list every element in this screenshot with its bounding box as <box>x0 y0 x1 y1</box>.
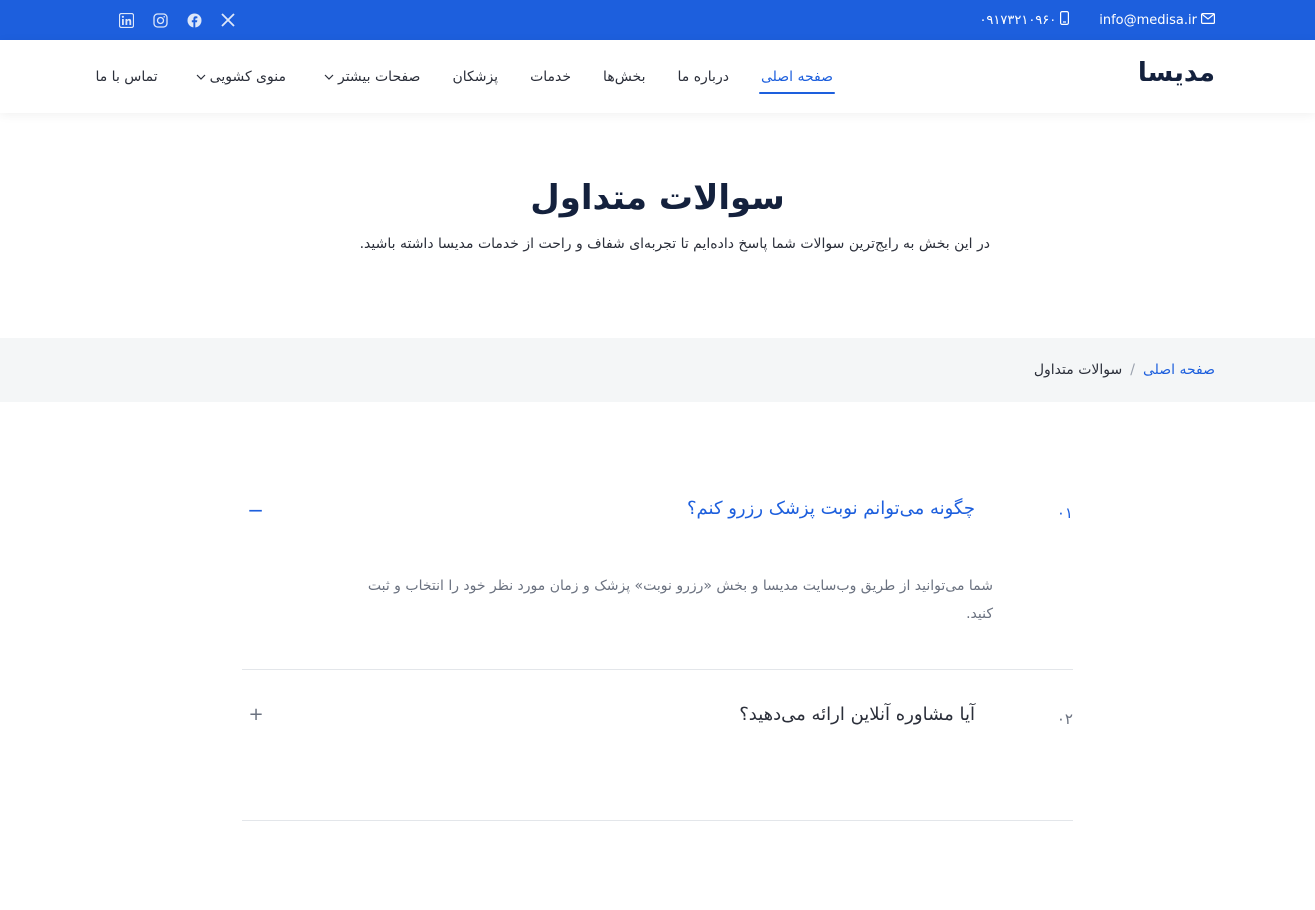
nav-label: درباره ما <box>677 68 729 85</box>
social-links <box>118 0 236 40</box>
faq-question-row[interactable]: ۰۱ چگونه می‌توانم نوبت پزشک رزرو کنم؟ − <box>242 486 1073 546</box>
top-bar: info@medisa.ir ۰۹۱۷۳۲۱۰۹۶۰ <box>0 0 1315 40</box>
nav-item-more-pages[interactable]: صفحات بیشتر <box>324 40 420 113</box>
nav-item-departments[interactable]: بخش‌ها <box>603 40 645 113</box>
chevron-down-icon <box>196 72 206 82</box>
faq-number: ۰۲ <box>1056 710 1073 728</box>
nav-item-contact[interactable]: تماس با ما <box>95 40 157 113</box>
main-header: مدیسا صفحه اصلی درباره ما بخش‌ها خدمات پ… <box>0 40 1315 113</box>
nav-label: منوی کشویی <box>209 68 286 85</box>
breadcrumb-band: صفحه اصلی / سوالات متداول <box>0 338 1315 402</box>
faq-question-row[interactable]: ۰۲ آیا مشاوره آنلاین ارائه می‌دهید؟ + <box>242 692 1073 752</box>
faq-answer: شما می‌توانید از طریق وب‌سایت مدیسا و بخ… <box>367 578 993 622</box>
nav-label: بخش‌ها <box>603 68 646 85</box>
linkedin-icon[interactable] <box>118 12 134 28</box>
nav-label: خدمات <box>530 68 572 85</box>
nav-item-dropdown-menu[interactable]: منوی کشویی <box>196 40 286 113</box>
nav-label: پزشکان <box>452 68 499 85</box>
plus-icon[interactable]: + <box>248 704 264 725</box>
phone-text: ۰۹۱۷۳۲۱۰۹۶۰ <box>979 12 1057 28</box>
nav-item-about[interactable]: درباره ما <box>677 40 728 113</box>
site-logo[interactable]: مدیسا <box>1138 58 1215 88</box>
main-nav: صفحه اصلی درباره ما بخش‌ها خدمات پزشکان … <box>95 40 836 113</box>
nav-item-doctors[interactable]: پزشکان <box>452 40 498 113</box>
breadcrumb-home-link[interactable]: صفحه اصلی <box>1143 362 1215 378</box>
x-icon[interactable] <box>220 12 236 28</box>
nav-item-services[interactable]: خدمات <box>530 40 571 113</box>
faq-item: ۰۲ آیا مشاوره آنلاین ارائه می‌دهید؟ + <box>242 670 1073 821</box>
nav-label: صفحات بیشتر <box>337 68 421 85</box>
nav-label: تماس با ما <box>95 68 158 85</box>
phone-link[interactable]: ۰۹۱۷۳۲۱۰۹۶۰ <box>979 11 1070 29</box>
instagram-icon[interactable] <box>152 12 168 28</box>
faq-number: ۰۱ <box>1056 504 1073 522</box>
faq-question: چگونه می‌توانم نوبت پزشک رزرو کنم؟ <box>686 498 975 519</box>
envelope-icon <box>1201 12 1216 28</box>
contact-info: info@medisa.ir ۰۹۱۷۳۲۱۰۹۶۰ <box>979 0 1216 40</box>
page-subtitle: در این بخش به رایج‌ترین سوالات شما پاسخ … <box>359 236 990 252</box>
phone-icon <box>1060 11 1070 29</box>
minus-icon[interactable]: − <box>247 498 264 522</box>
email-link[interactable]: info@medisa.ir <box>1099 12 1216 28</box>
facebook-icon[interactable] <box>186 12 202 28</box>
breadcrumb: صفحه اصلی / سوالات متداول <box>1034 338 1215 402</box>
faq-question: آیا مشاوره آنلاین ارائه می‌دهید؟ <box>739 704 975 725</box>
nav-label: صفحه اصلی <box>760 68 833 85</box>
breadcrumb-separator: / <box>1130 362 1135 378</box>
faq-item: ۰۱ چگونه می‌توانم نوبت پزشک رزرو کنم؟ − … <box>242 486 1073 670</box>
chevron-down-icon <box>324 72 334 82</box>
breadcrumb-current: سوالات متداول <box>1033 362 1123 378</box>
nav-item-home[interactable]: صفحه اصلی <box>758 40 836 113</box>
faq-list: ۰۱ چگونه می‌توانم نوبت پزشک رزرو کنم؟ − … <box>242 486 1073 821</box>
page-title: سوالات متداول <box>530 178 785 218</box>
email-text: info@medisa.ir <box>1099 12 1197 28</box>
